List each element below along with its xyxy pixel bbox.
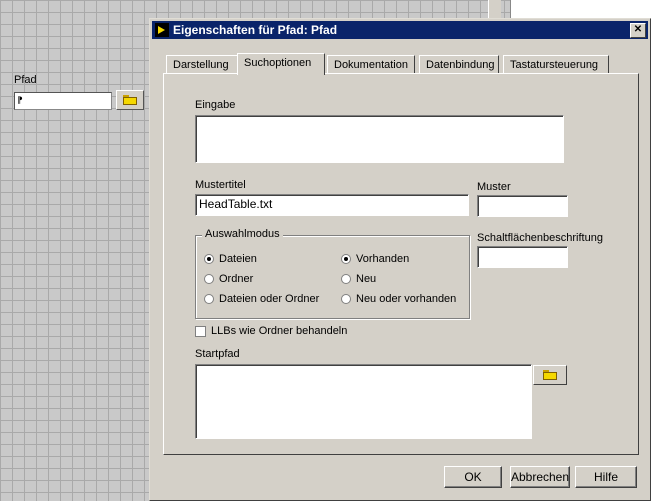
muster-label: Muster xyxy=(477,181,511,193)
tab-label: Suchoptionen xyxy=(244,57,312,69)
canvas-white-area xyxy=(510,0,651,18)
tab-darstellung[interactable]: Darstellung xyxy=(166,55,238,73)
path-symbol-icon: ⁋ xyxy=(17,95,23,105)
startpfad-field[interactable] xyxy=(195,364,532,439)
radio-dot-icon xyxy=(341,254,351,264)
tab-panel-suchoptionen: Eingabe Mustertitel HeadTable.txt Muster… xyxy=(163,73,639,455)
path-control-field[interactable]: ⁋ xyxy=(14,92,112,110)
muster-field[interactable] xyxy=(477,195,568,217)
radio-label: Neu oder vorhanden xyxy=(356,293,457,305)
schaltflaechen-field[interactable] xyxy=(477,246,568,268)
properties-dialog: Eigenschaften für Pfad: Pfad ✕ Darstellu… xyxy=(149,18,651,501)
eingabe-field[interactable] xyxy=(195,115,564,163)
radio-dateien-oder-ordner[interactable]: Dateien oder Ordner xyxy=(204,293,319,305)
radio-dot-icon xyxy=(204,294,214,304)
tab-label: Tastatursteuerung xyxy=(510,59,599,71)
radio-vorhanden[interactable]: Vorhanden xyxy=(341,253,409,265)
radio-dot-icon xyxy=(341,274,351,284)
tab-label: Dokumentation xyxy=(334,59,408,71)
help-button[interactable]: Hilfe xyxy=(575,466,637,488)
radio-neu-oder-vorhanden[interactable]: Neu oder vorhanden xyxy=(341,293,456,305)
startpfad-label: Startpfad xyxy=(195,348,240,360)
cancel-button[interactable]: Abbrechen xyxy=(510,466,570,488)
radio-dot-icon xyxy=(204,254,214,264)
ok-button[interactable]: OK xyxy=(444,466,502,488)
radio-dateien[interactable]: Dateien xyxy=(204,253,257,265)
radio-label: Ordner xyxy=(219,273,254,285)
schaltflaechen-label: Schaltflächenbeschriftung xyxy=(477,232,603,244)
tab-suchoptionen[interactable]: Suchoptionen xyxy=(237,53,325,75)
tab-label: Datenbindung xyxy=(426,59,495,71)
auswahlmodus-label: Auswahlmodus xyxy=(202,228,283,240)
radio-ordner[interactable]: Ordner xyxy=(204,273,253,285)
radio-label: Dateien xyxy=(219,253,257,265)
close-icon: ✕ xyxy=(633,24,643,35)
ok-label: OK xyxy=(464,470,482,484)
eingabe-label: Eingabe xyxy=(195,99,236,111)
tab-datenbindung[interactable]: Datenbindung xyxy=(419,55,499,73)
close-button[interactable]: ✕ xyxy=(630,23,646,38)
llb-checkbox[interactable]: LLBs wie Ordner behandeln xyxy=(195,325,347,337)
tab-dokumentation[interactable]: Dokumentation xyxy=(327,55,415,73)
mustertitel-value: HeadTable.txt xyxy=(199,197,273,211)
dialog-title: Eigenschaften für Pfad: Pfad xyxy=(173,23,338,37)
folder-icon xyxy=(543,370,557,380)
radio-neu[interactable]: Neu xyxy=(341,273,376,285)
path-browse-button[interactable] xyxy=(116,90,144,110)
llb-checkbox-label: LLBs wie Ordner behandeln xyxy=(211,325,348,337)
radio-label: Dateien oder Ordner xyxy=(219,293,320,305)
cancel-label: Abbrechen xyxy=(510,470,570,484)
mustertitel-field[interactable]: HeadTable.txt xyxy=(195,194,469,216)
canvas-scrollbar[interactable] xyxy=(488,0,501,18)
folder-icon xyxy=(123,95,137,105)
radio-label: Neu xyxy=(356,273,377,285)
mustertitel-label: Mustertitel xyxy=(195,179,246,191)
checkbox-box[interactable] xyxy=(195,325,206,337)
help-label: Hilfe xyxy=(593,470,618,484)
startpfad-browse-button[interactable] xyxy=(533,365,567,385)
radio-label: Vorhanden xyxy=(356,253,410,265)
radio-dot-icon xyxy=(341,294,351,304)
tab-label: Darstellung xyxy=(173,59,229,71)
auswahlmodus-group: Auswahlmodus Dateien Ordner Dateien oder… xyxy=(195,228,470,319)
path-control-label: Pfad xyxy=(14,74,37,86)
dialog-titlebar: Eigenschaften für Pfad: Pfad ✕ xyxy=(152,21,648,39)
radio-dot-icon xyxy=(204,274,214,284)
labview-icon xyxy=(155,23,169,37)
tab-tastatursteuerung[interactable]: Tastatursteuerung xyxy=(503,55,609,73)
